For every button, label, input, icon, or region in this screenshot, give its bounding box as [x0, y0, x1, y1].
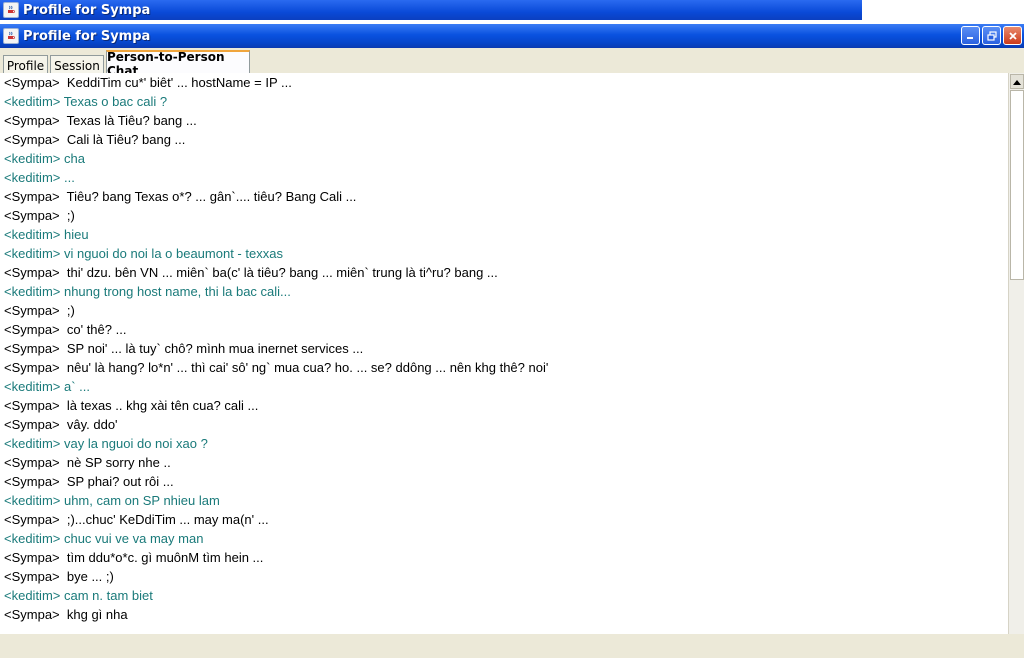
java-cup-icon	[3, 2, 19, 18]
chat-message: <Sympa> nè SP sorry nhe ..	[4, 455, 171, 470]
java-cup-icon	[3, 28, 19, 44]
chat-transcript[interactable]: <Sympa> KeddiTim cu*' biêt' ... hostName…	[0, 73, 1008, 634]
chat-message: <keditim> vay la nguoi do noi xao ?	[4, 436, 208, 451]
background-window-title: Profile for Sympa	[23, 2, 151, 18]
restore-button[interactable]	[982, 26, 1001, 45]
close-icon	[1008, 31, 1017, 40]
chat-message: <keditim> nhung trong host name, thi la …	[4, 284, 291, 299]
restore-icon	[986, 30, 997, 41]
minimize-icon	[967, 37, 973, 39]
chat-message: <Sympa> Texas là Tiêu? bang ...	[4, 113, 197, 128]
background-window-titlebar[interactable]: Profile for Sympa	[0, 0, 862, 20]
window-titlebar[interactable]: Profile for Sympa	[0, 24, 1024, 48]
tab-bar: Profile Session Person-to-Person Chat	[0, 48, 1024, 78]
chat-message: <Sympa> SP noi' ... là tuy` chô? mình mu…	[4, 341, 364, 356]
chat-message: <Sympa> khg gì nha	[4, 607, 128, 622]
chat-message: <keditim> vi nguoi do noi la o beaumont …	[4, 246, 283, 261]
chat-message: <Sympa> nêu' là hang? lo*n' ... thì cai'…	[4, 360, 549, 375]
chat-message: <Sympa> Cali là Tiêu? bang ...	[4, 132, 186, 147]
chat-message: <Sympa> co' thê? ...	[4, 322, 127, 337]
chat-message: <keditim> hieu	[4, 227, 89, 242]
window-controls	[961, 26, 1022, 45]
window-title: Profile for Sympa	[23, 28, 151, 44]
tab-profile[interactable]: Profile	[3, 55, 48, 75]
chat-message: <Sympa> Tiêu? bang Texas o*? ... gân`...…	[4, 189, 357, 204]
chat-message: <keditim> chuc vui ve va may man	[4, 531, 204, 546]
chat-message: <keditim> Texas o bac cali ?	[4, 94, 168, 109]
chat-message: <keditim> ...	[4, 170, 75, 185]
arrow-up-icon	[1013, 79, 1021, 85]
scroll-thumb[interactable]	[1010, 90, 1024, 280]
chat-message: <Sympa> KeddiTim cu*' biêt' ... hostName…	[4, 75, 292, 90]
chat-message: <Sympa> ;)	[4, 208, 75, 223]
scroll-up-button[interactable]	[1010, 74, 1024, 89]
tab-label: Profile	[6, 58, 45, 73]
chat-message: <keditim> uhm, cam on SP nhieu lam	[4, 493, 220, 508]
chat-message: <Sympa> là texas .. khg xài tên cua? cal…	[4, 398, 259, 413]
minimize-button[interactable]	[961, 26, 980, 45]
chat-message: <keditim> cha	[4, 151, 85, 166]
chat-message: <Sympa> thi' dzu. bên VN ... miên` ba(c'…	[4, 265, 498, 280]
chat-message: <Sympa> vây. ddo'	[4, 417, 118, 432]
tab-session[interactable]: Session	[50, 55, 104, 75]
tab-person-to-person-chat[interactable]: Person-to-Person Chat	[106, 50, 250, 78]
chat-message: <Sympa> SP phai? out rôi ...	[4, 474, 174, 489]
chat-message: <Sympa> ;)	[4, 303, 75, 318]
chat-message: <Sympa> ;)...chuc' KeDdiTim ... may ma(n…	[4, 512, 269, 527]
chat-message: <keditim> cam n. tam biet	[4, 588, 153, 603]
tab-label: Session	[54, 58, 100, 73]
close-button[interactable]	[1003, 26, 1022, 45]
vertical-scrollbar[interactable]	[1008, 73, 1024, 634]
chat-message: <keditim> a` ...	[4, 379, 90, 394]
chat-message: <Sympa> tìm ddu*o*c. gì muônM tìm hein .…	[4, 550, 264, 565]
chat-message: <Sympa> bye ... ;)	[4, 569, 114, 584]
